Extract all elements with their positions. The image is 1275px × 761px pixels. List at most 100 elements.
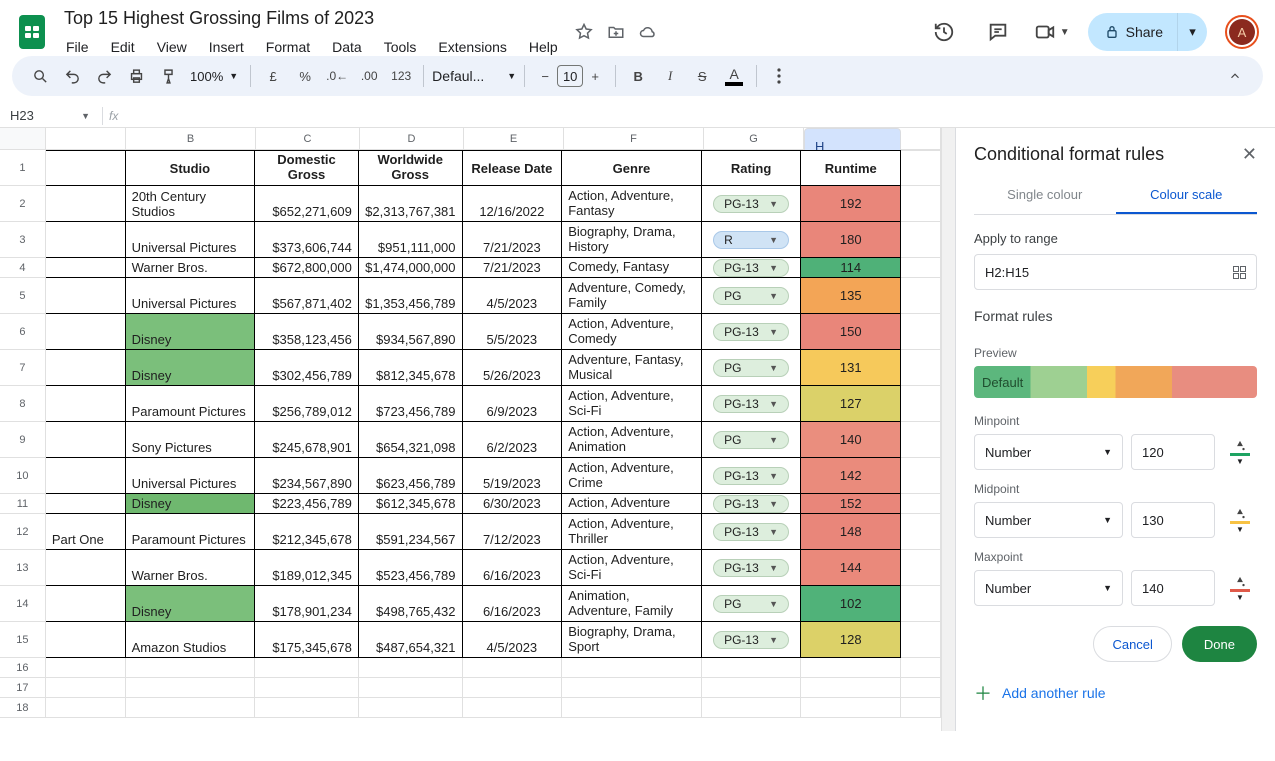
maxpoint-value[interactable]: 140	[1131, 570, 1215, 606]
cell-G9[interactable]: PG▼	[702, 422, 802, 458]
rating-chip[interactable]: PG▼	[713, 431, 789, 449]
cell-F8[interactable]: Action, Adventure, Sci-Fi	[562, 386, 702, 422]
rating-chip[interactable]: PG-13▼	[713, 631, 789, 649]
text-color-icon[interactable]: A	[720, 62, 748, 90]
share-button[interactable]: Share ▾	[1088, 13, 1207, 51]
cell-H14[interactable]: 102	[801, 586, 901, 622]
name-box[interactable]: H23▼	[0, 108, 96, 123]
cell-B12[interactable]: Paramount Pictures	[126, 514, 256, 550]
midpoint-value[interactable]: 130	[1131, 502, 1215, 538]
cell-D14[interactable]: $498,765,432	[359, 586, 463, 622]
cell-C3[interactable]: $373,606,744	[255, 222, 359, 258]
cell-E16[interactable]	[463, 658, 563, 678]
cell-A17[interactable]	[46, 678, 126, 698]
cell-C16[interactable]	[255, 658, 359, 678]
cell-B8[interactable]: Paramount Pictures	[126, 386, 256, 422]
menu-format[interactable]: Format	[258, 35, 318, 59]
cell-F13[interactable]: Action, Adventure, Sci-Fi	[562, 550, 702, 586]
search-icon[interactable]	[26, 62, 54, 90]
cell-D8[interactable]: $723,456,789	[359, 386, 463, 422]
menu-file[interactable]: File	[58, 35, 97, 59]
maxpoint-type[interactable]: Number▼	[974, 570, 1123, 606]
cell-H18[interactable]	[801, 698, 901, 718]
cell-E11[interactable]: 6/30/2023	[463, 494, 563, 514]
tab-colour-scale[interactable]: Colour scale	[1116, 177, 1258, 214]
cell-C11[interactable]: $223,456,789	[255, 494, 359, 514]
currency-icon[interactable]: £	[259, 62, 287, 90]
cell-E5[interactable]: 4/5/2023	[463, 278, 563, 314]
cell-C13[interactable]: $189,012,345	[255, 550, 359, 586]
midpoint-color[interactable]: ▼	[1223, 506, 1257, 534]
cell-E4[interactable]: 7/21/2023	[463, 258, 563, 278]
zoom-selector[interactable]: 100%▼	[186, 69, 242, 84]
cell-G4[interactable]: PG-13▼	[702, 258, 802, 278]
cell-E8[interactable]: 6/9/2023	[463, 386, 563, 422]
menu-help[interactable]: Help	[521, 35, 566, 59]
done-button[interactable]: Done	[1182, 626, 1257, 662]
cell-E14[interactable]: 6/16/2023	[463, 586, 563, 622]
row-18[interactable]: 18	[0, 698, 46, 718]
undo-icon[interactable]	[58, 62, 86, 90]
cell-H7[interactable]: 131	[801, 350, 901, 386]
minpoint-color[interactable]: ▼	[1223, 438, 1257, 466]
rating-chip[interactable]: PG-13▼	[713, 523, 789, 541]
cell-G10[interactable]: PG-13▼	[702, 458, 802, 494]
cell-E12[interactable]: 7/12/2023	[463, 514, 563, 550]
cell-G18[interactable]	[702, 698, 802, 718]
row-3[interactable]: 3	[0, 222, 46, 258]
col-F[interactable]: F	[564, 128, 704, 149]
minpoint-type[interactable]: Number▼	[974, 434, 1123, 470]
cell-A18[interactable]	[46, 698, 126, 718]
row-16[interactable]: 16	[0, 658, 46, 678]
cell-D2[interactable]: $2,313,767,381	[359, 186, 463, 222]
cell-B5[interactable]: Universal Pictures	[126, 278, 256, 314]
cell-F17[interactable]	[562, 678, 702, 698]
cell-C4[interactable]: $672,800,000	[255, 258, 359, 278]
add-rule-button[interactable]: ＋ Add another rule	[974, 680, 1257, 706]
cell-H13[interactable]: 144	[801, 550, 901, 586]
rating-chip[interactable]: PG-13▼	[713, 195, 789, 213]
font-selector[interactable]: Defaul...▼	[432, 68, 516, 84]
cell-D15[interactable]: $487,654,321	[359, 622, 463, 658]
cell-E17[interactable]	[463, 678, 563, 698]
cell-B10[interactable]: Universal Pictures	[126, 458, 256, 494]
cell-F18[interactable]	[562, 698, 702, 718]
cell-G15[interactable]: PG-13▼	[702, 622, 802, 658]
rating-chip[interactable]: PG-13▼	[713, 323, 789, 341]
cell-C10[interactable]: $234,567,890	[255, 458, 359, 494]
cell-G11[interactable]: PG-13▼	[702, 494, 802, 514]
cell-A14[interactable]	[46, 586, 126, 622]
cell-F10[interactable]: Action, Adventure, Crime	[562, 458, 702, 494]
cell-C7[interactable]: $302,456,789	[255, 350, 359, 386]
cell-I6[interactable]	[901, 314, 941, 350]
collapse-toolbar-icon[interactable]	[1221, 62, 1249, 90]
cell-C2[interactable]: $652,271,609	[255, 186, 359, 222]
col-C[interactable]: C	[256, 128, 360, 149]
minpoint-value[interactable]: 120	[1131, 434, 1215, 470]
cell-I3[interactable]	[901, 222, 941, 258]
cell-E2[interactable]: 12/16/2022	[463, 186, 563, 222]
cell-F4[interactable]: Comedy, Fantasy	[562, 258, 702, 278]
cell-H10[interactable]: 142	[801, 458, 901, 494]
row-10[interactable]: 10	[0, 458, 46, 494]
menu-insert[interactable]: Insert	[201, 35, 252, 59]
number-format-icon[interactable]: 123	[387, 62, 415, 90]
cell-G8[interactable]: PG-13▼	[702, 386, 802, 422]
decimal-decrease-icon[interactable]: .0←	[323, 62, 351, 90]
cell-D13[interactable]: $523,456,789	[359, 550, 463, 586]
rating-chip[interactable]: PG-13▼	[713, 467, 789, 485]
meet-icon[interactable]: ▼	[1034, 14, 1070, 50]
row-7[interactable]: 7	[0, 350, 46, 386]
cell-C18[interactable]	[255, 698, 359, 718]
row-17[interactable]: 17	[0, 678, 46, 698]
cell-A11[interactable]	[46, 494, 126, 514]
cell-E9[interactable]: 6/2/2023	[463, 422, 563, 458]
preview-swatch[interactable]: Default	[974, 366, 1257, 398]
cell-A8[interactable]	[46, 386, 126, 422]
rating-chip[interactable]: PG-13▼	[713, 259, 789, 277]
menu-edit[interactable]: Edit	[103, 35, 143, 59]
cell-F5[interactable]: Adventure, Comedy, Family	[562, 278, 702, 314]
close-icon[interactable]: ✕	[1242, 144, 1257, 165]
col-I[interactable]	[901, 128, 941, 149]
row-14[interactable]: 14	[0, 586, 46, 622]
